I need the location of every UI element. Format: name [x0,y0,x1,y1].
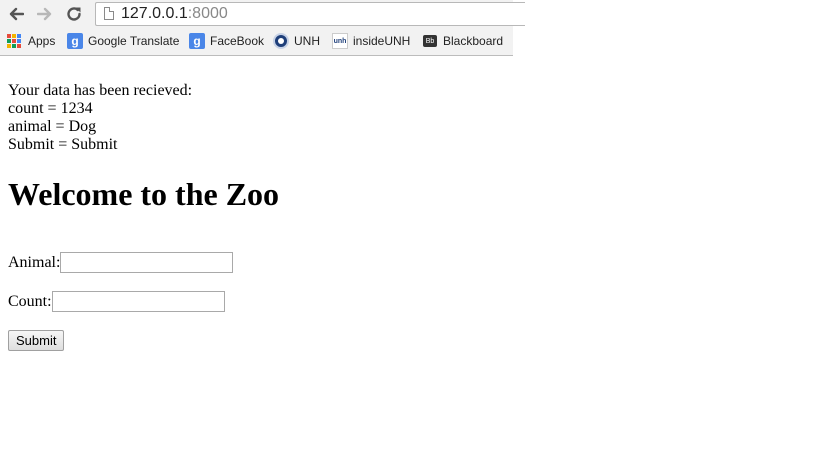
bookmark-label: Apps [28,34,56,48]
animal-row: Animal: [8,252,234,273]
unh-seal-icon [273,33,289,49]
url-port: :8000 [187,5,228,22]
bookmark-blackboard[interactable]: Bb Blackboard [423,31,503,51]
received-submit: Submit = Submit [8,136,118,153]
count-label: Count: [8,292,52,310]
bookmark-label: FaceBook [210,34,265,48]
bookmark-insideunh[interactable]: unh insideUNH [332,31,410,51]
bookmark-google-translate[interactable]: g Google Translate [67,31,179,51]
google-g-icon: g [67,33,83,49]
apps-grid-icon [7,34,21,48]
received-message: Your data has been recieved: [8,82,193,99]
insideunh-icon: unh [332,33,348,49]
animal-input[interactable] [60,252,234,273]
url-host: 127.0.0.1 [121,5,188,22]
bookmark-label: insideUNH [353,34,411,48]
page-icon [104,7,114,20]
count-input[interactable] [51,291,225,312]
received-count: count = 1234 [8,100,93,117]
count-row: Count: [8,291,225,312]
bookmark-facebook[interactable]: g FaceBook [189,31,264,51]
submit-button[interactable]: Submit [8,330,65,351]
blackboard-icon: Bb [423,35,437,47]
received-animal: animal = Dog [8,118,97,135]
bookmarks-bar: Apps g Google Translate g FaceBook UNH u… [0,31,513,51]
url-text[interactable]: 127.0.0.1:8000 [121,5,228,23]
bookmark-label: Blackboard [443,34,504,48]
browser-chrome: 127.0.0.1:8000 Apps g Google Translate g… [0,0,525,56]
bookmark-unh[interactable]: UNH [273,31,320,51]
animal-label: Animal: [8,253,61,271]
bookmark-label: Google Translate [88,34,180,48]
forward-arrow-icon[interactable] [34,3,56,25]
received-data: Your data has been recieved: count = 123… [8,82,192,154]
bookmark-apps[interactable]: Apps [7,31,55,51]
google-g-icon: g [189,33,205,49]
bookmark-label: UNH [294,34,320,48]
back-arrow-icon[interactable] [5,3,27,25]
page-title: Welcome to the Zoo [8,176,280,212]
address-bar[interactable]: 127.0.0.1:8000 [95,2,525,26]
reload-icon[interactable] [63,3,85,25]
